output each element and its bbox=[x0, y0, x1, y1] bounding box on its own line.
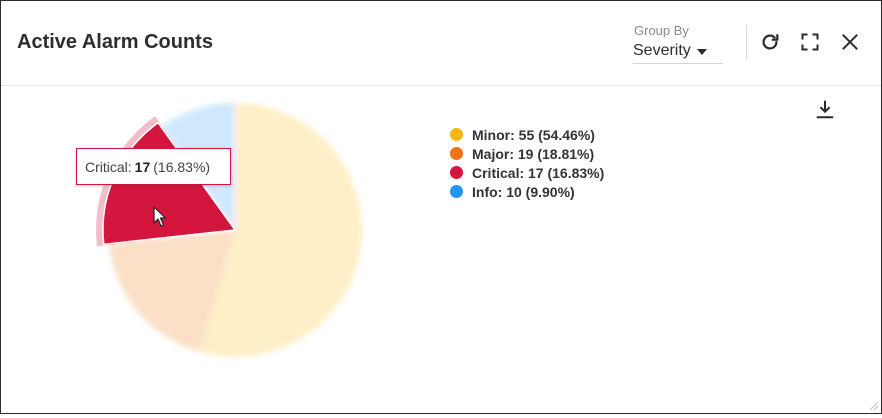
widget-title: Active Alarm Counts bbox=[17, 31, 213, 53]
legend-dot-info bbox=[450, 185, 463, 198]
group-by-select[interactable]: Severity bbox=[633, 39, 723, 64]
tooltip-series: Critical bbox=[85, 158, 128, 175]
widget-header: Active Alarm Counts Group By Severity bbox=[1, 1, 881, 86]
chart-area bbox=[1, 86, 881, 413]
group-by-value: Severity bbox=[633, 42, 691, 59]
resize-grip-icon[interactable] bbox=[867, 399, 879, 411]
legend-item-info[interactable]: Info: 10 (9.90%) bbox=[450, 182, 604, 201]
legend-dot-major bbox=[450, 147, 463, 160]
legend-label-major: Major: 19 (18.81%) bbox=[472, 145, 595, 162]
legend-item-minor[interactable]: Minor: 55 (54.46%) bbox=[450, 125, 604, 144]
tooltip-percent: (16.83%) bbox=[153, 158, 211, 175]
legend-dot-minor bbox=[450, 128, 463, 141]
chart-tooltip: Critical: 17 (16.83%) bbox=[76, 148, 231, 185]
expand-icon bbox=[801, 33, 819, 51]
tooltip-value: 17 bbox=[134, 158, 151, 175]
group-by-label: Group By bbox=[634, 23, 689, 38]
close-icon bbox=[842, 34, 858, 50]
legend-label-critical: Critical: 17 (16.83%) bbox=[472, 164, 605, 181]
legend-label-minor: Minor: 55 (54.46%) bbox=[472, 126, 595, 143]
alarm-widget: Active Alarm Counts Group By Severity Mi… bbox=[0, 0, 882, 414]
caret-down-icon bbox=[696, 49, 707, 55]
header-divider bbox=[746, 25, 747, 59]
refresh-button[interactable] bbox=[757, 29, 783, 55]
legend-item-major[interactable]: Major: 19 (18.81%) bbox=[450, 144, 604, 163]
refresh-icon bbox=[762, 34, 779, 50]
pie-chart bbox=[96, 103, 362, 357]
chart-legend: Minor: 55 (54.46%) Major: 19 (18.81%) Cr… bbox=[450, 125, 604, 201]
legend-item-critical[interactable]: Critical: 17 (16.83%) bbox=[450, 163, 604, 182]
legend-dot-critical bbox=[450, 166, 463, 179]
mouse-pointer-icon bbox=[153, 206, 167, 227]
expand-button[interactable] bbox=[797, 29, 823, 55]
close-button[interactable] bbox=[837, 29, 863, 55]
legend-label-info: Info: 10 (9.90%) bbox=[472, 183, 575, 200]
